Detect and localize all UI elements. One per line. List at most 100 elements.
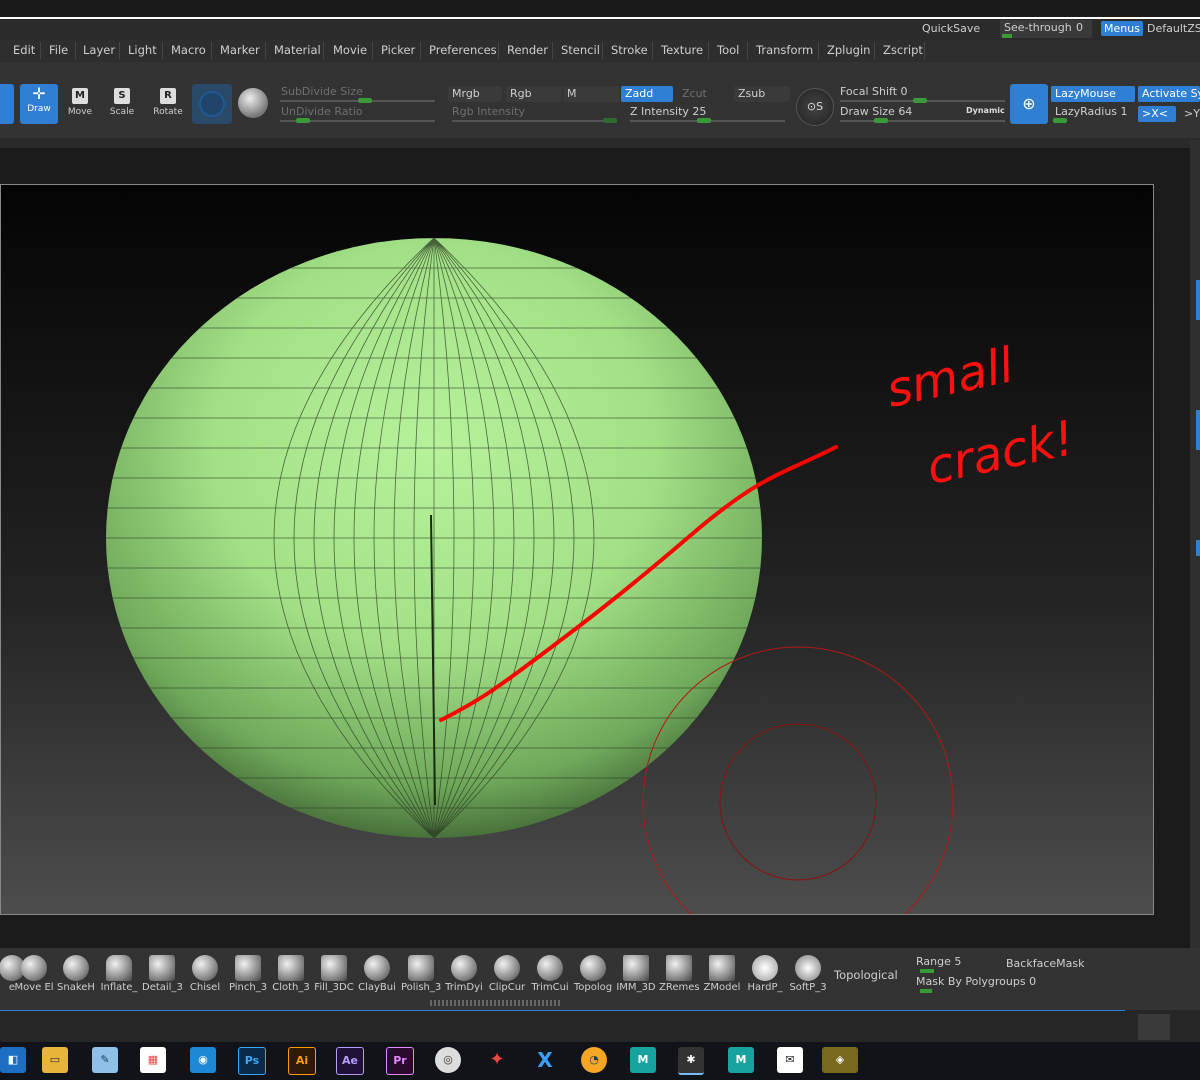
zadd-button[interactable]: Zadd [621, 86, 673, 102]
default-zscript-button[interactable]: DefaultZSc [1147, 22, 1200, 35]
brush-zmodeler[interactable]: ZModel [702, 955, 742, 993]
brush-softpolish[interactable]: SoftP_3 [788, 955, 828, 993]
menu-transform[interactable]: Transform [756, 43, 813, 57]
brush-polish[interactable]: Polish_3 [401, 955, 441, 993]
rgb-intensity-track[interactable] [452, 120, 617, 122]
menu-picker[interactable]: Picker [381, 43, 415, 57]
menu-texture[interactable]: Texture [661, 43, 703, 57]
topological-button[interactable]: Topological [834, 968, 898, 982]
capture-app-icon[interactable]: ◈ [822, 1047, 858, 1073]
premiere-icon[interactable]: Pr [386, 1047, 414, 1075]
lazymouse-button[interactable]: LazyMouse [1051, 86, 1135, 102]
zbrush-icon[interactable]: ✱ [678, 1047, 704, 1075]
focal-shift-knob[interactable] [913, 98, 927, 103]
brush-topology[interactable]: Topolog [573, 955, 613, 993]
subdivide-size-label[interactable]: SubDivide Size [277, 84, 363, 100]
brush-detail[interactable]: Detail_3 [142, 955, 182, 993]
menu-layer[interactable]: Layer [83, 43, 115, 57]
shelf-scroll-handle[interactable] [430, 1000, 560, 1006]
dynamesh-sphere-icon[interactable] [238, 88, 268, 118]
backface-mask-button[interactable]: BackfaceMask [1006, 957, 1084, 970]
rotate-mode-button[interactable]: R Rotate [150, 88, 186, 124]
windows-explorer-icon[interactable]: ◧ [0, 1047, 26, 1073]
file-explorer-icon[interactable]: ▭ [42, 1047, 68, 1073]
red-tool-icon[interactable]: ✦ [484, 1047, 510, 1073]
viewport-canvas[interactable]: small crack! [0, 184, 1154, 915]
maya-second-icon[interactable]: M [728, 1047, 754, 1073]
brush-clipcurve[interactable]: ClipCur [487, 955, 527, 993]
menu-tool[interactable]: Tool [717, 43, 739, 57]
brush-imm-3d[interactable]: IMM_3D [616, 955, 656, 993]
after-effects-icon[interactable]: Ae [336, 1047, 364, 1075]
brush-trimcurve[interactable]: TrimCui [530, 955, 570, 993]
brush-hardpolish[interactable]: HardP_ [745, 955, 785, 993]
draw-size-knob[interactable] [874, 118, 888, 123]
z-intensity-knob[interactable] [697, 118, 711, 123]
z-intensity-value: 25 [692, 105, 707, 118]
circular-app-icon[interactable]: ◎ [435, 1047, 461, 1073]
menu-macro[interactable]: Macro [171, 43, 206, 57]
maya-icon[interactable]: M [630, 1047, 656, 1073]
menu-zscript[interactable]: Zscript [883, 43, 923, 57]
range-slider[interactable]: Range 5 [916, 955, 998, 973]
device-icon[interactable]: ◉ [190, 1047, 216, 1073]
m-button[interactable]: M [563, 86, 619, 102]
lazyradius-knob[interactable] [1053, 118, 1067, 123]
edit-brush-icon[interactable]: ⊙S [796, 88, 834, 126]
menu-zplugin[interactable]: Zplugin [827, 43, 870, 57]
brush-snakehook[interactable]: SnakeH [56, 955, 96, 993]
photoshop-icon[interactable]: Ps [238, 1047, 266, 1075]
brush-fill[interactable]: Fill_3DC [314, 955, 354, 993]
menu-stencil[interactable]: Stencil [561, 43, 600, 57]
brush-cloth[interactable]: Cloth_3 [271, 955, 311, 993]
mail-icon[interactable]: ✉ [777, 1047, 803, 1073]
quicksave-button[interactable]: QuickSave [922, 22, 980, 35]
menu-render[interactable]: Render [507, 43, 548, 57]
menu-edit[interactable]: Edit [13, 43, 35, 57]
activate-symmetry-button[interactable]: Activate Sym [1138, 86, 1200, 102]
menu-file[interactable]: File [49, 43, 68, 57]
menu-marker[interactable]: Marker [220, 43, 260, 57]
mrgb-button[interactable]: Mrgb [448, 86, 502, 102]
rgb-intensity-knob[interactable] [603, 118, 617, 123]
store-icon[interactable]: ▦ [140, 1047, 166, 1073]
menus-button[interactable]: Menus [1101, 21, 1143, 36]
menu-light[interactable]: Light [128, 43, 157, 57]
menu-stroke[interactable]: Stroke [611, 43, 648, 57]
undivide-ratio-label[interactable]: UnDivide Ratio [277, 104, 363, 120]
sculptris-button[interactable] [192, 84, 232, 124]
symmetry-y-button[interactable]: >Y< [1180, 106, 1200, 122]
notes-icon[interactable]: ✎ [92, 1047, 118, 1073]
brush-chisel[interactable]: Chisel [185, 955, 225, 993]
lazyradius-label: LazyRadius [1055, 105, 1118, 118]
x-app-icon[interactable]: X [532, 1047, 558, 1073]
brush-move-elastic[interactable]: Move El [14, 955, 54, 993]
mask-by-polygroups-slider[interactable]: Mask By Polygroups 0 [916, 975, 1081, 993]
edit-mode-button[interactable] [0, 84, 14, 124]
brush-trimdynamic[interactable]: TrimDyi [444, 955, 484, 993]
dynamic-toggle[interactable]: Dynamic [966, 106, 1005, 115]
brush-zremesher[interactable]: ZRemes [659, 955, 699, 993]
rgb-button[interactable]: Rgb [506, 86, 562, 102]
illustrator-icon[interactable]: Ai [288, 1047, 316, 1075]
menu-movie[interactable]: Movie [333, 43, 367, 57]
see-through-label: See-through [1004, 21, 1072, 34]
brush-claybuildup[interactable]: ClayBui [357, 955, 397, 993]
draw-mode-button[interactable]: ✛ Draw [20, 84, 58, 124]
symmetry-x-button[interactable]: >X< [1138, 106, 1176, 122]
zcut-button[interactable]: Zcut [678, 86, 730, 102]
lazymouse-icon[interactable]: ⊕ [1010, 84, 1048, 124]
menu-material[interactable]: Material [274, 43, 321, 57]
blender-icon[interactable]: ◔ [581, 1047, 607, 1073]
brush-inflate[interactable]: Inflate_ [99, 955, 139, 993]
draw-crosshair-icon: ✛ [32, 84, 46, 103]
move-mode-button[interactable]: M Move [64, 88, 96, 124]
see-through-slider[interactable]: See-through 0 [1000, 20, 1092, 38]
brush-pinch[interactable]: Pinch_3 [228, 955, 268, 993]
undivide-ratio-knob[interactable] [296, 118, 310, 123]
menu-preferences[interactable]: Preferences [429, 43, 497, 57]
rgb-intensity-label[interactable]: Rgb Intensity [448, 104, 525, 120]
subdivide-size-knob[interactable] [358, 98, 372, 103]
scale-mode-button[interactable]: S Scale [106, 88, 138, 124]
zsub-button[interactable]: Zsub [734, 86, 790, 102]
